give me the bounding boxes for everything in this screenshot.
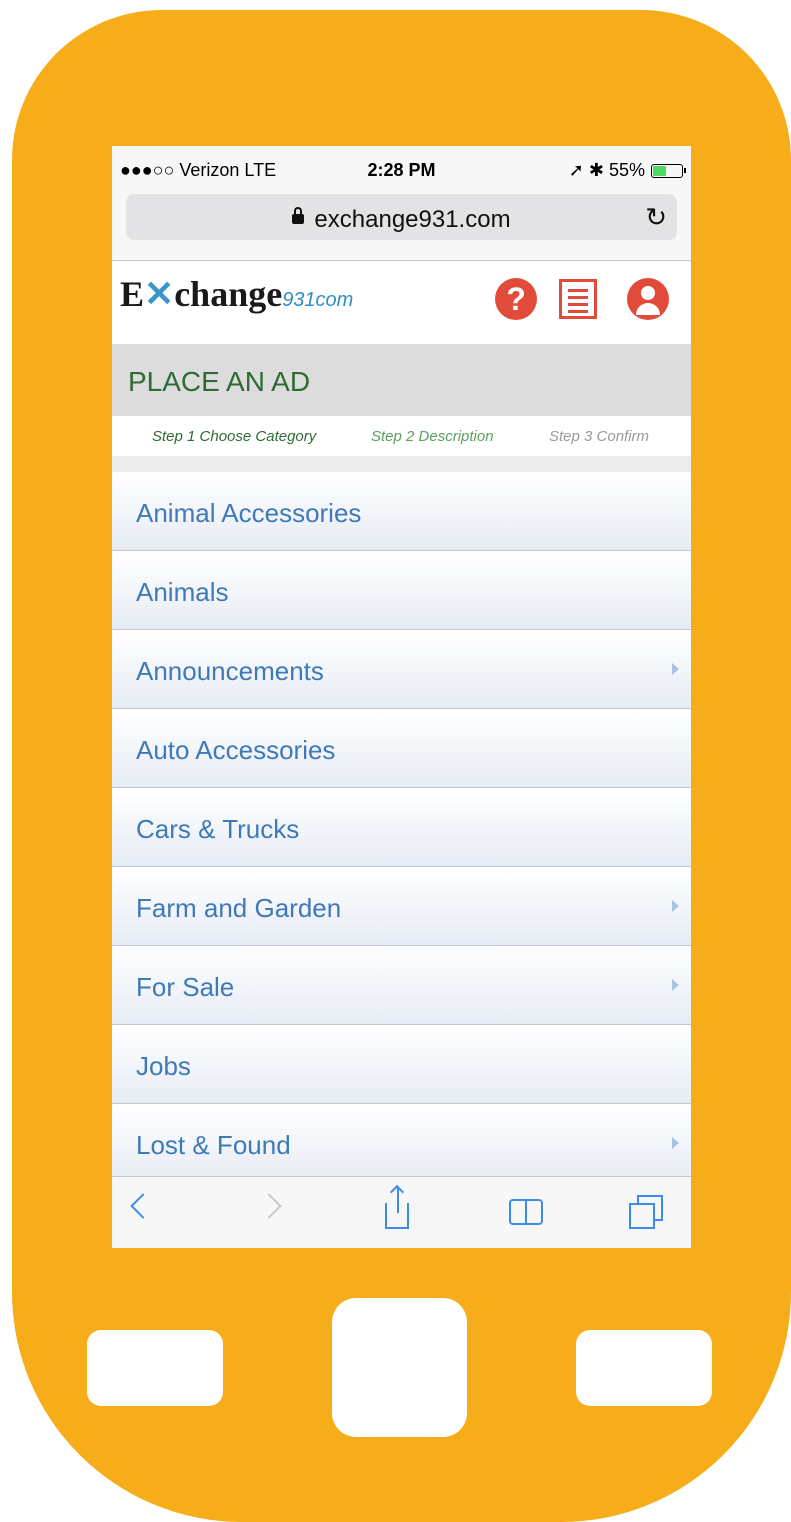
hardware-button-left[interactable] [87,1330,223,1406]
category-item-lost-found[interactable]: Lost & Found [112,1104,691,1183]
category-item-animal-accessories[interactable]: Animal Accessories [112,472,691,551]
browser-toolbar [112,1176,691,1248]
user-account-icon[interactable] [627,278,669,320]
category-label: Jobs [136,1051,191,1081]
category-label: Animal Accessories [136,498,362,528]
indicators-text: ➚ ✱ 55% [568,160,645,180]
browser-url-area: exchange931.com ↻ [112,188,691,261]
chevron-right-icon [672,663,679,675]
help-icon[interactable]: ? [495,278,537,320]
step-3: Step 3 Confirm [549,428,650,445]
battery-icon [651,163,686,178]
chevron-right-icon [672,979,679,991]
category-item-animals[interactable]: Animals [112,551,691,630]
list-line [568,289,588,292]
url-bar[interactable]: exchange931.com ↻ [126,194,677,240]
category-item-auto-accessories[interactable]: Auto Accessories [112,709,691,788]
list-menu-icon[interactable] [559,279,597,319]
category-label: Farm and Garden [136,893,342,923]
steps-separator [112,456,691,472]
category-item-cars-trucks[interactable]: Cars & Trucks [112,788,691,867]
category-list: Animal Accessories Animals Announcements… [112,472,691,1183]
category-item-announcements[interactable]: Announcements [112,630,691,709]
url-display: exchange931.com [126,206,677,234]
category-item-jobs[interactable]: Jobs [112,1025,691,1104]
bookmarks-icon[interactable] [509,1199,545,1227]
home-button[interactable] [332,1298,467,1437]
book-page-right [525,1199,543,1225]
category-item-farm-and-garden[interactable]: Farm and Garden [112,867,691,946]
category-label: Lost & Found [136,1130,291,1160]
list-line [568,310,588,313]
page-title: PLACE AN AD [128,366,311,397]
url-text: exchange931.com [314,206,511,233]
chevron-right-icon [672,1137,679,1149]
logo-word: change [174,274,283,314]
user-head [641,286,655,300]
reload-icon[interactable]: ↻ [645,202,667,233]
category-label: Auto Accessories [136,735,336,765]
exchange931-logo[interactable]: E✕change931com [120,273,353,315]
share-icon[interactable] [385,1187,409,1229]
category-label: Announcements [136,656,324,686]
category-label: Animals [136,577,229,607]
place-ad-banner: PLACE AN AD [112,344,691,416]
status-indicators: ➚ ✱ 55% [568,160,686,181]
step-2: Step 2 Description [371,428,494,445]
list-line [568,303,588,306]
hardware-button-right[interactable] [576,1330,712,1406]
list-line [568,296,588,299]
site-header: E✕change931com ? [112,261,691,344]
tab-square-front [629,1203,655,1229]
category-label: Cars & Trucks [136,814,300,844]
chevron-right-icon [672,900,679,912]
steps-indicator: Step 1 Choose Category Step 2 Descriptio… [112,416,691,456]
status-bar: ●●●○○ Verizon LTE 2:28 PM ➚ ✱ 55% [112,146,691,188]
logo-letter-e: E [120,274,145,314]
step-1: Step 1 Choose Category [152,428,317,445]
back-arrow-icon[interactable] [130,1193,156,1219]
logo-suffix: 931com [282,289,354,311]
category-item-for-sale[interactable]: For Sale [112,946,691,1025]
phone-screen: ●●●○○ Verizon LTE 2:28 PM ➚ ✱ 55% exchan… [112,146,691,1248]
logo-x-icon: ✕ [144,274,175,314]
category-label: For Sale [136,972,235,1002]
lock-icon [292,206,305,224]
battery-fill [653,165,667,176]
forward-arrow-icon[interactable] [256,1193,282,1219]
user-body [636,303,660,315]
tabs-icon[interactable] [627,1195,667,1233]
